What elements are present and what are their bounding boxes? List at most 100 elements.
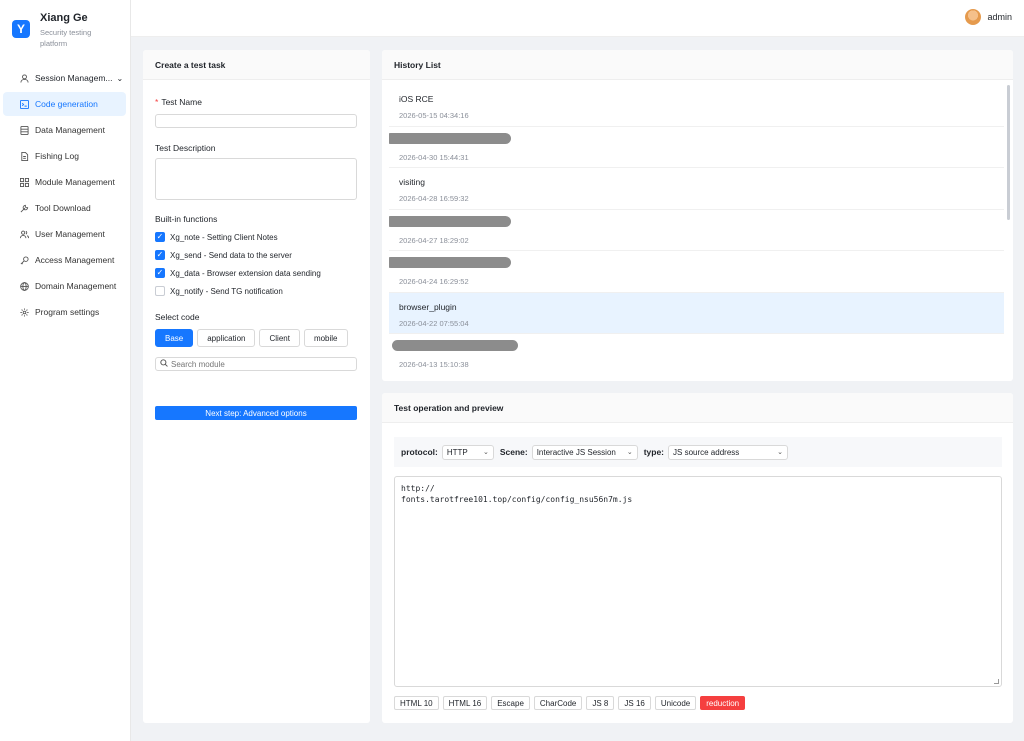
function-label: Xg_note - Setting Client Notes — [170, 232, 278, 242]
escape-button[interactable]: Escape — [491, 696, 530, 710]
history-item-name: browser_plugin — [399, 301, 457, 312]
checkbox-unchecked-icon[interactable] — [155, 286, 165, 296]
select-code-label: Select code — [155, 312, 200, 322]
tab-application[interactable]: application — [197, 329, 256, 347]
search-module-input[interactable] — [171, 359, 351, 369]
brand-subtitle: Security testing platform — [40, 28, 92, 48]
history-item-time: 2026-04-13 15:10:38 — [399, 360, 469, 369]
sidebar-item-fishing-log[interactable]: Fishing Log — [3, 144, 126, 168]
history-scrollbar[interactable] — [1007, 85, 1010, 220]
sidebar-item-tool-download[interactable]: Tool Download — [3, 196, 126, 220]
sidebar-item-label: Tool Download — [35, 203, 91, 213]
resize-handle[interactable] — [994, 679, 999, 684]
history-item-time: 2026-04-28 16:59:32 — [399, 194, 469, 203]
scene-select[interactable]: Interactive JS Session ⌄ — [531, 444, 638, 460]
history-item[interactable]: 2026-04-13 15:10:38 — [389, 334, 1004, 375]
search-icon — [160, 359, 168, 369]
user-name: admin — [987, 12, 1012, 22]
charcode-button[interactable]: CharCode — [533, 696, 583, 710]
chevron-down-icon: ⌄ — [116, 73, 124, 83]
sidebar-item-code-generation[interactable]: Code generation — [3, 92, 126, 116]
gear-icon — [19, 307, 29, 317]
redacted-name — [389, 132, 511, 144]
test-name-label-text: Test Name — [161, 97, 202, 107]
code-icon — [19, 99, 29, 109]
scene-value: Interactive JS Session — [536, 447, 616, 457]
history-item[interactable]: 2026-04-27 18:29:02 — [389, 210, 1004, 251]
history-item[interactable]: iOS RCE 2026-05-15 04:34:16 — [389, 85, 1004, 127]
next-step-button[interactable]: Next step: Advanced options — [155, 406, 357, 420]
test-preview-panel: Test operation and preview protocol: HTT… — [382, 393, 1013, 723]
users-icon — [19, 229, 29, 239]
function-xg-send[interactable]: ✓ Xg_send - Send data to the server — [155, 250, 292, 260]
function-label: Xg_data - Browser extension data sending — [170, 268, 321, 278]
reduction-button[interactable]: reduction — [700, 696, 746, 710]
sidebar-item-label: Data Management — [35, 125, 105, 135]
avatar — [965, 9, 982, 25]
protocol-value: HTTP — [446, 447, 468, 457]
logo-icon: Y — [12, 20, 30, 38]
function-xg-data[interactable]: ✓ Xg_data - Browser extension data sendi… — [155, 268, 321, 278]
document-icon — [19, 151, 29, 161]
builtin-functions-label: Built-in functions — [155, 214, 218, 224]
tab-base[interactable]: Base — [155, 329, 194, 347]
sidebar-item-session-management[interactable]: Session Managem... ⌄ — [3, 66, 126, 90]
test-name-input[interactable] — [155, 114, 357, 128]
function-label: Xg_send - Send data to the server — [170, 250, 292, 260]
sidebar-item-label: User Management — [35, 229, 105, 239]
history-item-time: 2026-04-22 07:55:04 — [399, 318, 469, 328]
type-select[interactable]: JS source address ⌄ — [668, 444, 789, 460]
history-item-selected[interactable]: browser_plugin 2026-04-22 07:55:04 — [389, 292, 1004, 334]
history-list: iOS RCE 2026-05-15 04:34:16 2026-04-30 1… — [389, 85, 1004, 375]
sidebar-item-label: Session Managem... — [35, 73, 113, 83]
chevron-down-icon: ⌄ — [482, 449, 489, 456]
type-value: JS source address — [673, 447, 740, 457]
search-module-box — [155, 357, 357, 371]
function-xg-notify[interactable]: Xg_notify - Send TG notification — [155, 286, 283, 296]
history-item-time: 2026-04-27 18:29:02 — [399, 235, 469, 245]
globe-icon — [19, 281, 29, 291]
sidebar-item-user-management[interactable]: User Management — [3, 222, 126, 246]
create-task-panel: Create a test task * Test Name Test Descr… — [143, 50, 370, 723]
chevron-down-icon: ⌄ — [626, 449, 633, 456]
sidebar-menu: Session Managem... ⌄ Code generation Dat… — [0, 66, 130, 324]
sidebar-item-label: Code generation — [35, 99, 98, 109]
history-item[interactable]: 2026-04-30 15:44:31 — [389, 127, 1004, 168]
js8-button[interactable]: JS 8 — [586, 696, 615, 710]
test-description-textarea[interactable] — [155, 158, 357, 200]
type-label: type: — [643, 447, 665, 457]
protocol-select[interactable]: HTTP ⌄ — [441, 444, 494, 460]
sidebar-item-domain-management[interactable]: Domain Management — [3, 274, 126, 298]
encoding-toolbar: HTML 10 HTML 16 Escape CharCode JS 8 JS … — [394, 696, 746, 710]
required-mark: * — [155, 97, 159, 107]
key-icon — [19, 255, 29, 265]
sidebar-item-data-management[interactable]: Data Management — [3, 118, 126, 142]
code-output-textarea[interactable]: http:// fonts.tarotfree101.top/config/co… — [394, 476, 1002, 687]
history-item[interactable]: 2026-04-24 16:29:52 — [389, 251, 1004, 293]
sidebar-item-program-settings[interactable]: Program settings — [3, 300, 126, 324]
checkbox-checked-icon[interactable]: ✓ — [155, 250, 165, 260]
checkbox-checked-icon[interactable]: ✓ — [155, 268, 165, 278]
sidebar: Y Xiang Ge Security testing platform Ses… — [0, 0, 131, 741]
function-xg-note[interactable]: ✓ Xg_note - Setting Client Notes — [155, 232, 278, 242]
sidebar-item-module-management[interactable]: Module Management — [3, 170, 126, 194]
database-icon — [19, 125, 29, 135]
test-description-label: Test Description — [155, 143, 216, 153]
html10-button[interactable]: HTML 10 — [394, 696, 439, 710]
unicode-button[interactable]: Unicode — [654, 696, 697, 710]
html16-button[interactable]: HTML 16 — [442, 696, 488, 710]
brand-name: Xiang Ge — [40, 12, 88, 24]
sidebar-item-access-management[interactable]: Access Management — [3, 248, 126, 272]
checkbox-checked-icon[interactable]: ✓ — [155, 232, 165, 242]
history-item[interactable]: visiting 2026-04-28 16:59:32 — [389, 168, 1004, 210]
panel-title: Test operation and preview — [382, 393, 1013, 423]
history-item-time: 2026-05-15 04:34:16 — [399, 111, 469, 120]
js16-button[interactable]: JS 16 — [618, 696, 651, 710]
user-menu[interactable]: admin — [965, 9, 1012, 25]
panel-title: Create a test task — [143, 50, 370, 80]
tab-client[interactable]: Client — [259, 329, 300, 347]
tab-mobile[interactable]: mobile — [303, 329, 348, 347]
sidebar-item-label: Module Management — [35, 177, 115, 187]
code-type-tabs: Base application Client mobile — [155, 329, 348, 347]
sidebar-item-label: Domain Management — [35, 281, 117, 291]
